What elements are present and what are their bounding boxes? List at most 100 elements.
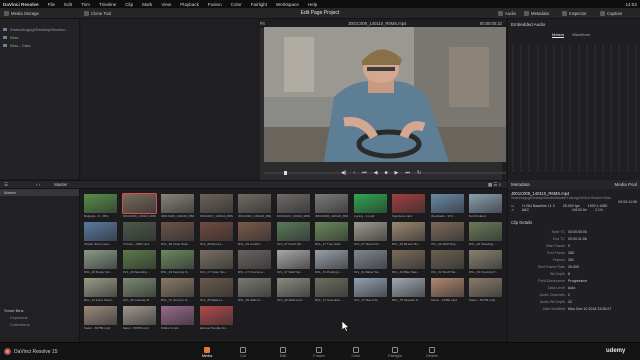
metadata-button[interactable]: Metadata <box>524 10 549 17</box>
capture-button[interactable]: Capture <box>600 10 622 17</box>
media-pool-clip[interactable]: RVL_34 Fronting P... <box>469 250 502 274</box>
media-pool-clip[interactable]: RVL_17 Outer Sto... <box>199 250 233 274</box>
stop-icon[interactable]: ■ <box>384 170 387 176</box>
media-pool-clip[interactable]: Sign4one.mp4 <box>392 194 425 218</box>
clip-detail-value[interactable]: Progressive <box>568 278 587 285</box>
media-pool-clip[interactable]: RVL_40 Walk at Fr... <box>276 278 310 302</box>
play-icon[interactable]: ▶ <box>395 170 399 176</box>
media-pool-clip[interactable]: RVL_29 Couldn... <box>238 222 271 246</box>
media-pool-clip[interactable]: RVL_39 Walk to... <box>199 278 233 302</box>
audio-button[interactable]: Audio <box>498 10 516 17</box>
media-pool-clip[interactable]: Salon - 50765.mp4 <box>122 306 156 330</box>
menu-mark[interactable]: Mark <box>142 2 152 7</box>
media-pool-clip[interactable]: RVL_29 Standing ... <box>469 222 502 246</box>
volume-icon[interactable]: ◀) <box>341 170 347 176</box>
menu-trim[interactable]: Trim <box>81 2 90 7</box>
menu-view[interactable]: View <box>161 2 171 7</box>
media-pool-clip[interactable]: Obtain Sizes Gets... <box>84 222 117 246</box>
menu-workspace[interactable]: Workspace <box>276 2 299 7</box>
media-pool-clip[interactable]: RVL_31 Parking L... <box>315 250 348 274</box>
menu-playback[interactable]: Playback <box>180 2 199 7</box>
menu-fairlight[interactable]: Fairlight <box>251 2 267 7</box>
media-pool-clip[interactable]: North Island <box>469 194 502 218</box>
media-pool-clip[interactable]: J001C017_140110_R6MS <box>199 194 233 218</box>
page-tab-fairlight[interactable]: Fairlight <box>382 344 408 360</box>
clip-detail-value[interactable]: 00:00:11:06 <box>568 236 587 243</box>
media-pool-clip[interactable]: J001C008_140110_R6MS <box>121 193 157 218</box>
media-pool-clip[interactable]: Keying - 1.mp4 <box>353 194 387 218</box>
app-menu[interactable]: DaVinci Resolve <box>3 2 39 7</box>
media-pool-clip[interactable]: RVL_29 Relay Sol... <box>84 250 117 274</box>
menu-file[interactable]: File <box>48 2 55 7</box>
media-storage-button[interactable]: Media Storage <box>4 10 39 17</box>
menu-edit[interactable]: Edit <box>64 2 72 7</box>
zoom-fit-dropdown[interactable]: Fit <box>260 21 265 26</box>
clone-tool-button[interactable]: Clone Tool <box>84 10 111 17</box>
clip-detail-value[interactable]: Mon Dec 10 2018 23:55:27 <box>568 306 611 313</box>
tab-meters[interactable]: Meters <box>552 32 565 38</box>
jog-left-icon[interactable]: ‹ <box>353 170 355 176</box>
media-pool-clip[interactable]: RVL_29 Standing ... <box>122 250 156 274</box>
media-pool-clip[interactable]: RVL_27 Tree Side... <box>315 222 348 246</box>
media-pool-clip[interactable]: J001C026_140110_R6MS <box>315 194 348 218</box>
page-tab-edit[interactable]: Edit <box>270 344 296 360</box>
pool-view-icon[interactable]: ▦ ☰ ⌕ <box>488 182 501 188</box>
media-pool-clip[interactable]: RVL_31 Baker Sa... <box>353 250 387 274</box>
media-pool-clip[interactable]: Shiba 3.mp4 <box>161 306 194 330</box>
smart-bins-header[interactable]: Smart Bins <box>0 307 80 314</box>
clip-detail-value[interactable]: 32 <box>568 299 572 306</box>
media-pool-clip[interactable]: Mountains - 972... <box>430 194 464 218</box>
media-pool-clip[interactable]: Salon - 30759.mp4 <box>469 278 502 302</box>
media-pool-clip[interactable]: RVL_29 Beach Mo... <box>392 222 425 246</box>
media-pool-clip[interactable]: RVL_29 Staff Dog... <box>430 222 464 246</box>
clip-detail-value[interactable]: 25.000 <box>568 264 579 271</box>
storage-location[interactable]: iMac - Data <box>0 41 79 49</box>
media-pool-clip[interactable]: RVL_16 Farming S... <box>161 250 194 274</box>
media-pool-clip[interactable]: RVL_34 Farm Shed... <box>84 278 117 302</box>
page-tab-color[interactable]: Color <box>343 344 369 360</box>
media-pool-clip[interactable]: RVL_34 Shelf Hat... <box>430 250 464 274</box>
menu-fusion[interactable]: Fusion <box>208 2 222 7</box>
video-canvas[interactable] <box>260 27 506 180</box>
media-pool-clip[interactable]: RVL_27 Fresh Sh... <box>276 222 310 246</box>
clip-detail-value[interactable]: 8 <box>568 271 570 278</box>
pool-nav-icon[interactable]: ‹ › <box>36 182 40 187</box>
media-pool-clip[interactable]: RVL_72 Jump to N... <box>161 278 194 302</box>
media-pool-clip[interactable]: RVL_37 Wall Top... <box>276 250 310 274</box>
loop-icon[interactable]: ↻ <box>417 170 421 176</box>
page-tab-deliver[interactable]: Deliver <box>419 344 445 360</box>
menu-clip[interactable]: Clip <box>125 2 133 7</box>
media-pool-clip[interactable]: RVL_76 Slowdin S... <box>392 278 425 302</box>
page-tab-fusion[interactable]: Fusion <box>306 344 332 360</box>
media-pool-clip[interactable]: RVL_36 Gravelly B... <box>122 278 156 302</box>
media-pool-clip[interactable]: J001C016_140110_R6MS <box>161 194 194 218</box>
media-pool-clip[interactable]: RVL_17 Overa La... <box>238 250 271 274</box>
storage-location[interactable]: /Users/bzgogi/Desktop/Movies/... <box>0 25 79 33</box>
media-pool-dropdown[interactable]: Media Pool <box>614 182 637 187</box>
page-tab-media[interactable]: Media <box>194 344 220 360</box>
clip-detail-value[interactable]: 0 <box>568 243 570 250</box>
menu-timeline[interactable]: Timeline <box>99 2 116 7</box>
jump-start-icon[interactable]: ⏮ <box>362 170 367 176</box>
media-pool-clip[interactable]: Salon - 36756.mp4 <box>84 306 117 330</box>
page-tab-cut[interactable]: Cut <box>230 344 256 360</box>
smart-bin-collections[interactable]: Collections <box>0 321 80 328</box>
jump-end-icon[interactable]: ⏭ <box>405 170 410 176</box>
media-pool-clip[interactable]: RVL_27 Stand Ok... <box>353 222 387 246</box>
media-pool-clip[interactable]: J001C022_140110_R6MS <box>276 194 310 218</box>
tab-waveform[interactable]: Waveform <box>572 32 590 38</box>
storage-location[interactable]: iMac <box>0 33 79 41</box>
media-pool-clip[interactable]: J001C021_140110_R6MS <box>238 194 271 218</box>
menu-help[interactable]: Help <box>308 2 317 7</box>
clip-detail-value[interactable]: 280 <box>568 250 574 257</box>
smart-bin-keywords[interactable]: Keywords <box>0 314 80 321</box>
clip-detail-value[interactable]: 00:00:00:00 <box>568 229 587 236</box>
storage-file-browser[interactable] <box>81 19 256 179</box>
play-reverse-icon[interactable]: ◀ <box>374 170 378 176</box>
media-pool-clip[interactable]: Roma - 14456.mp4 <box>430 278 464 302</box>
menu-color[interactable]: Color <box>231 2 242 7</box>
inspector-button[interactable]: Inspector <box>562 10 587 17</box>
bin-master[interactable]: Master <box>0 189 79 196</box>
media-pool-clip[interactable]: RVL_38 Chair Side... <box>161 222 194 246</box>
media-pool-clip[interactable]: Portrait - 1528.mp4 <box>122 222 156 246</box>
